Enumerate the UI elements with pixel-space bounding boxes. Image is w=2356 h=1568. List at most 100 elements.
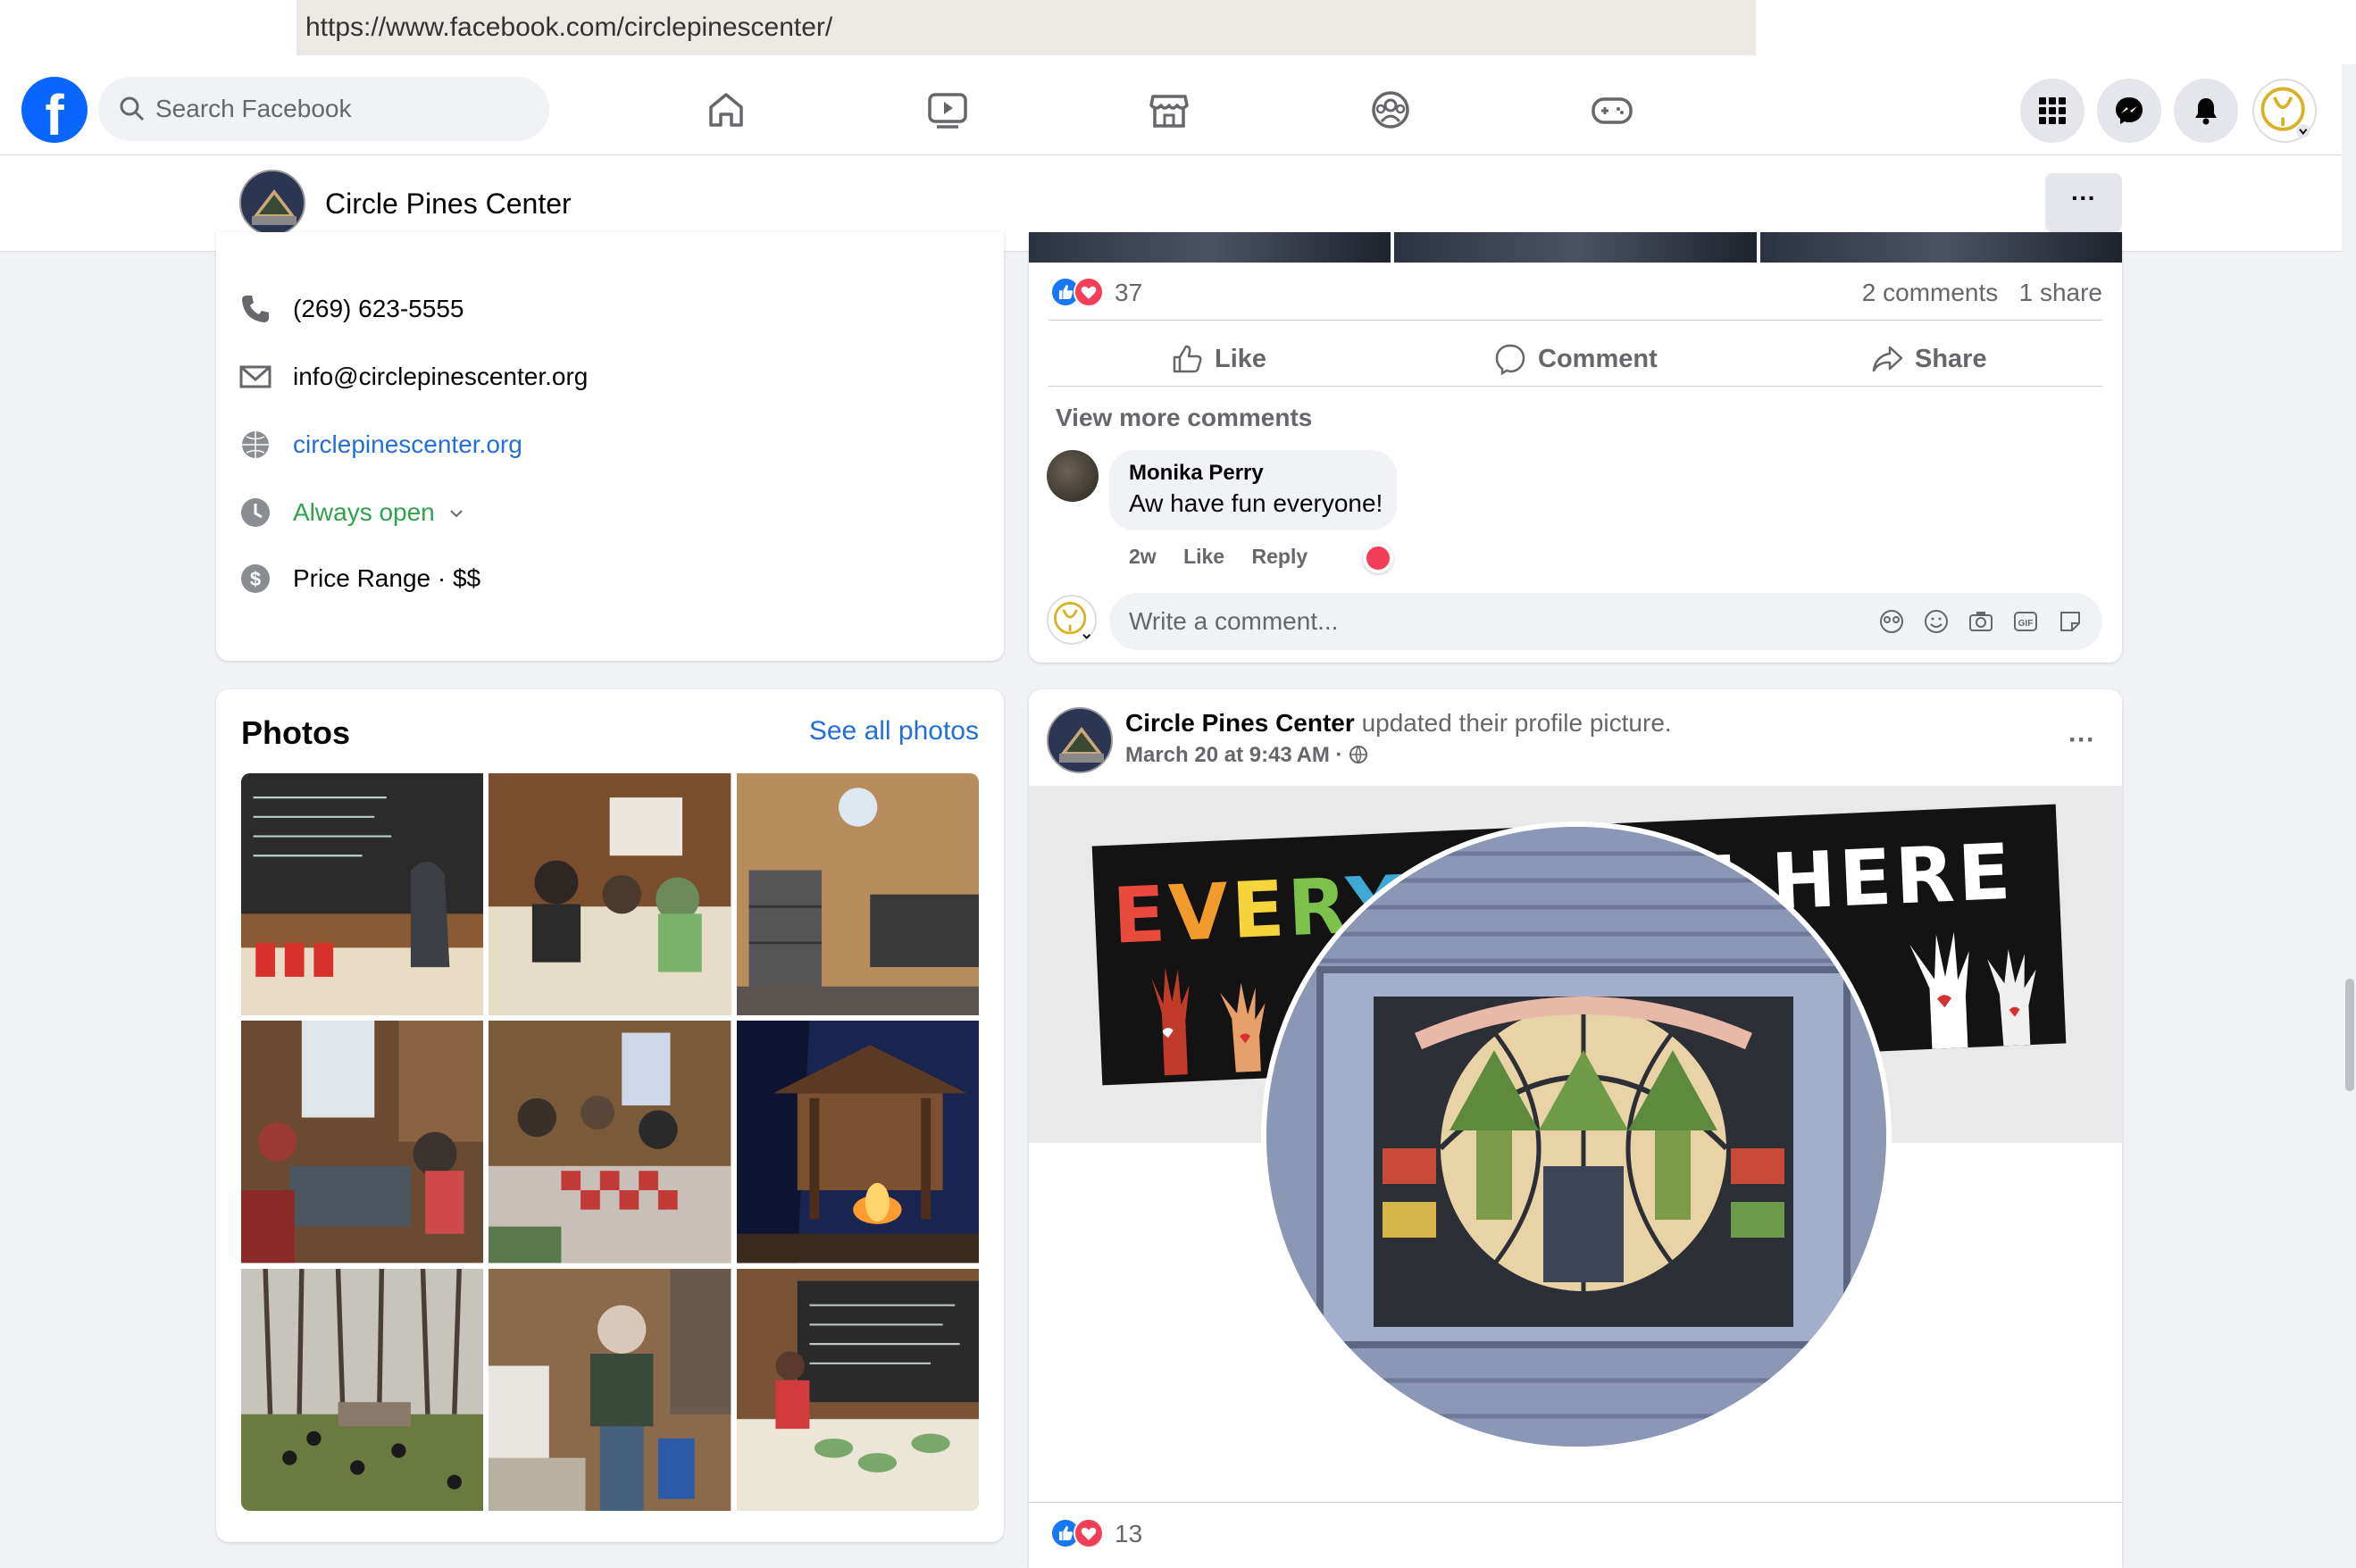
stained-glass-window-image (1266, 827, 1886, 1447)
like-button[interactable]: Like (1170, 332, 1266, 386)
gif-icon[interactable]: GIF (2011, 607, 2040, 636)
love-reaction-icon (1074, 277, 1104, 307)
mail-icon (239, 365, 272, 388)
notifications-button[interactable] (2174, 79, 2238, 143)
address-bar[interactable]: https://www.facebook.com/circlepinescent… (297, 0, 1756, 55)
comment-button[interactable]: Comment (1493, 332, 1658, 386)
emoji-icon[interactable] (1922, 607, 1951, 636)
comment-reply-link[interactable]: Reply (1252, 545, 1308, 568)
share-icon (1872, 346, 1903, 372)
svg-text:$: $ (250, 568, 261, 590)
divider (1049, 320, 2102, 321)
website-link[interactable]: circlepinescenter.org (293, 430, 522, 459)
account-avatar[interactable] (2252, 79, 2317, 143)
comment-timestamp[interactable]: 2w (1129, 545, 1157, 568)
top-navigation: f (0, 64, 2342, 155)
search-icon (120, 96, 145, 121)
photo-thumbnail[interactable] (241, 1021, 484, 1264)
email-address[interactable]: info@circlepinescenter.org (293, 363, 588, 391)
svg-text:GIF: GIF (2018, 619, 2034, 629)
page-title[interactable]: Circle Pines Center (325, 188, 572, 221)
photo-thumbnail[interactable] (489, 1268, 731, 1511)
sticker-icon[interactable] (2056, 607, 2084, 636)
photo-thumbnail[interactable] (736, 1021, 979, 1264)
bell-icon (2195, 98, 2217, 125)
page-avatar[interactable] (239, 170, 305, 236)
reaction-count: 37 (1115, 279, 1143, 306)
comment-bubble: Monika Perry Aw have fun everyone! (1109, 450, 1397, 530)
phone-icon (242, 296, 269, 322)
photo-thumbnail[interactable] (489, 773, 731, 1016)
hours-status[interactable]: Always open (293, 498, 435, 527)
post-action-text: updated their profile picture. (1361, 709, 1672, 737)
avatar-sticker-icon[interactable] (1877, 607, 1906, 636)
love-reaction-icon (1074, 1518, 1104, 1548)
comment-label: Comment (1538, 344, 1658, 373)
post-author-avatar[interactable] (1047, 707, 1113, 773)
dollar-icon: $ (241, 564, 270, 593)
post-card: Circle Pines Center updated their profil… (1029, 689, 2122, 1568)
browser-url-strip: https://www.facebook.com/circlepinescent… (0, 0, 2356, 64)
photo-thumbnail[interactable] (241, 773, 484, 1016)
post-timestamp[interactable]: March 20 at 9:43 AM · (1125, 743, 1368, 768)
like-label: Like (1215, 344, 1267, 373)
divider (1049, 386, 2102, 387)
comment-love-reaction[interactable] (1363, 543, 1393, 573)
messenger-button[interactable] (2097, 79, 2161, 143)
search-input[interactable] (155, 77, 531, 141)
view-more-comments-link[interactable]: View more comments (1056, 404, 1312, 432)
photos-heading: Photos (241, 714, 350, 751)
comment-like-link[interactable]: Like (1183, 545, 1224, 568)
see-all-photos-link[interactable]: See all photos (809, 716, 979, 746)
intro-card: (269) 623-5555 info@circlepinescenter.or… (216, 232, 1004, 661)
post-image-strip[interactable] (1029, 232, 2122, 263)
page-more-button[interactable]: ··· (2045, 173, 2122, 232)
photo-thumbnail[interactable] (736, 1268, 979, 1511)
globe-icon (1349, 746, 1368, 764)
heart-icon (1366, 546, 1390, 570)
comment-text: Aw have fun everyone! (1129, 489, 1383, 517)
clock-icon (241, 498, 270, 527)
post-author-name[interactable]: Circle Pines Center (1125, 709, 1355, 737)
profile-picture[interactable] (1261, 822, 1892, 1452)
circle-pines-logo-icon (2260, 87, 2310, 138)
photo-thumbnail[interactable] (736, 773, 979, 1016)
facebook-logo[interactable]: f (21, 77, 88, 143)
comment-meta: 2w Like Reply (1129, 545, 1329, 569)
menu-button[interactable] (2020, 79, 2084, 143)
scrollbar-thumb[interactable] (2345, 979, 2354, 1091)
circle-pines-logo-icon (1054, 602, 1091, 639)
reaction-count: 13 (1115, 1520, 1143, 1547)
photo-thumbnail[interactable] (241, 1268, 484, 1511)
comment-composer[interactable]: GIF (1109, 593, 2102, 650)
camera-icon[interactable] (1967, 607, 1995, 636)
commenter-name[interactable]: Monika Perry (1129, 461, 1377, 486)
post-card: 37 2 comments 1 share Like Comment Share… (1029, 232, 2122, 663)
phone-number[interactable]: (269) 623-5555 (293, 295, 464, 323)
groups-icon[interactable] (1366, 86, 1415, 134)
gaming-icon[interactable] (1588, 86, 1636, 134)
comment-input[interactable] (1129, 593, 1808, 650)
photo-grid (241, 773, 979, 1511)
home-icon[interactable] (702, 86, 750, 134)
video-icon[interactable] (923, 86, 972, 134)
comment-icon (1495, 344, 1525, 376)
chevron-down-icon[interactable] (448, 507, 464, 520)
thumbs-up-icon (1173, 345, 1202, 373)
photo-thumbnail[interactable] (489, 1021, 731, 1264)
menu-grid-icon (2039, 97, 2066, 124)
hands-illustration-right (1909, 931, 2036, 1049)
commenter-avatar[interactable] (1047, 450, 1099, 502)
post-date[interactable]: March 20 at 9:43 AM · (1125, 743, 1343, 767)
globe-icon (242, 431, 269, 458)
marketplace-icon[interactable] (1145, 86, 1193, 134)
post-header: Circle Pines Center updated their profil… (1125, 709, 1672, 738)
divider (1029, 1502, 2122, 1503)
share-label: Share (1915, 344, 1987, 373)
comments-shares-count[interactable]: 2 comments 1 share (1862, 279, 2102, 307)
share-button[interactable]: Share (1870, 332, 1987, 386)
photos-card: Photos See all photos (216, 689, 1004, 1542)
my-avatar-small[interactable] (1047, 595, 1097, 645)
search-box[interactable] (98, 77, 549, 141)
post-options-button[interactable]: ··· (2068, 725, 2095, 755)
